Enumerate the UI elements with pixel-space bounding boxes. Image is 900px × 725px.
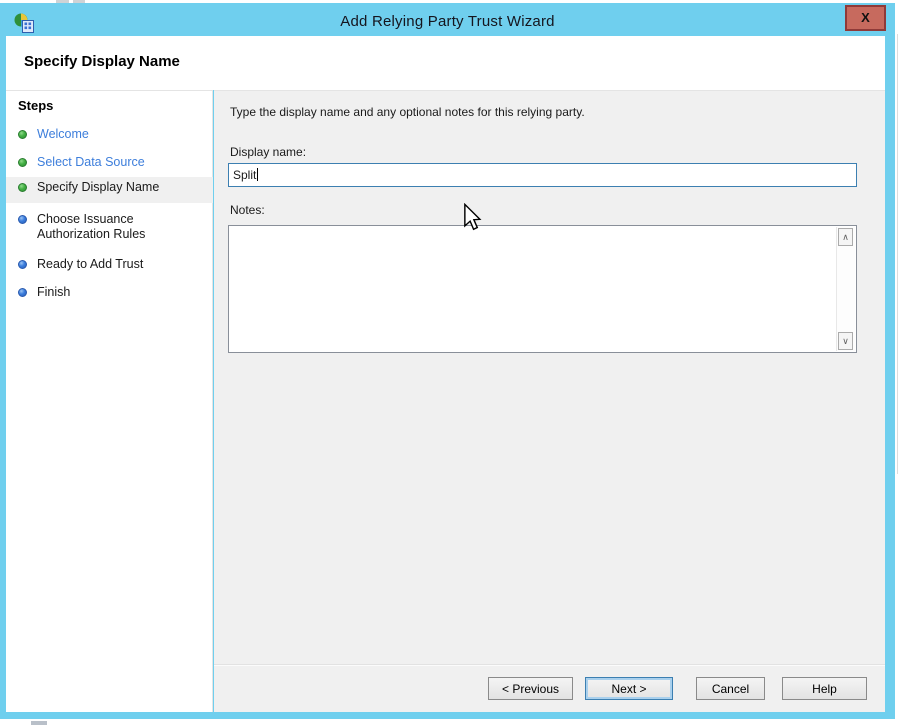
window-title: Add Relying Party Trust Wizard [0,13,895,30]
background-taskbar-fragment [31,721,47,725]
previous-button[interactable]: < Previous [488,677,573,700]
scroll-down-button[interactable]: ∨ [838,332,853,350]
text-caret [257,168,258,181]
background-window-edge [897,34,898,474]
next-button[interactable]: Next > [585,677,673,700]
steps-heading: Steps [18,98,53,113]
step-pending-icon [18,215,27,224]
step-pending-icon [18,260,27,269]
step-complete-icon [18,130,27,139]
display-name-value: Split [233,168,256,182]
help-button[interactable]: Help [782,677,867,700]
sidebar-item-ready-to-add-trust[interactable]: Ready to Add Trust [6,254,213,275]
sidebar-item-select-data-source[interactable]: Select Data Source [6,152,213,173]
step-pending-icon [18,288,27,297]
footer-divider [214,665,885,666]
cancel-button[interactable]: Cancel [696,677,765,700]
sidebar-item-choose-issuance-authorization-rules[interactable]: Choose Issuance Authorization Rules [6,209,213,245]
notes-scrollbar[interactable]: ∧ ∨ [836,227,855,351]
sidebar-item-welcome[interactable]: Welcome [6,124,213,145]
sidebar-item-finish[interactable]: Finish [6,282,213,303]
step-complete-icon [18,183,27,192]
step-complete-icon [18,158,27,167]
display-name-input[interactable]: Split [228,163,857,187]
wizard-page-header: Specify Display Name [6,36,885,90]
close-button[interactable]: X [845,5,886,31]
scroll-up-button[interactable]: ∧ [838,228,853,246]
instruction-text: Type the display name and any optional n… [230,105,585,119]
page-title: Specify Display Name [24,53,180,70]
notes-input[interactable]: ∧ ∨ [228,225,857,353]
display-name-label: Display name: [230,145,306,159]
sidebar-item-specify-display-name[interactable]: Specify Display Name [6,177,213,203]
titlebar[interactable]: Add Relying Party Trust Wizard [0,3,895,36]
notes-label: Notes: [230,203,265,217]
